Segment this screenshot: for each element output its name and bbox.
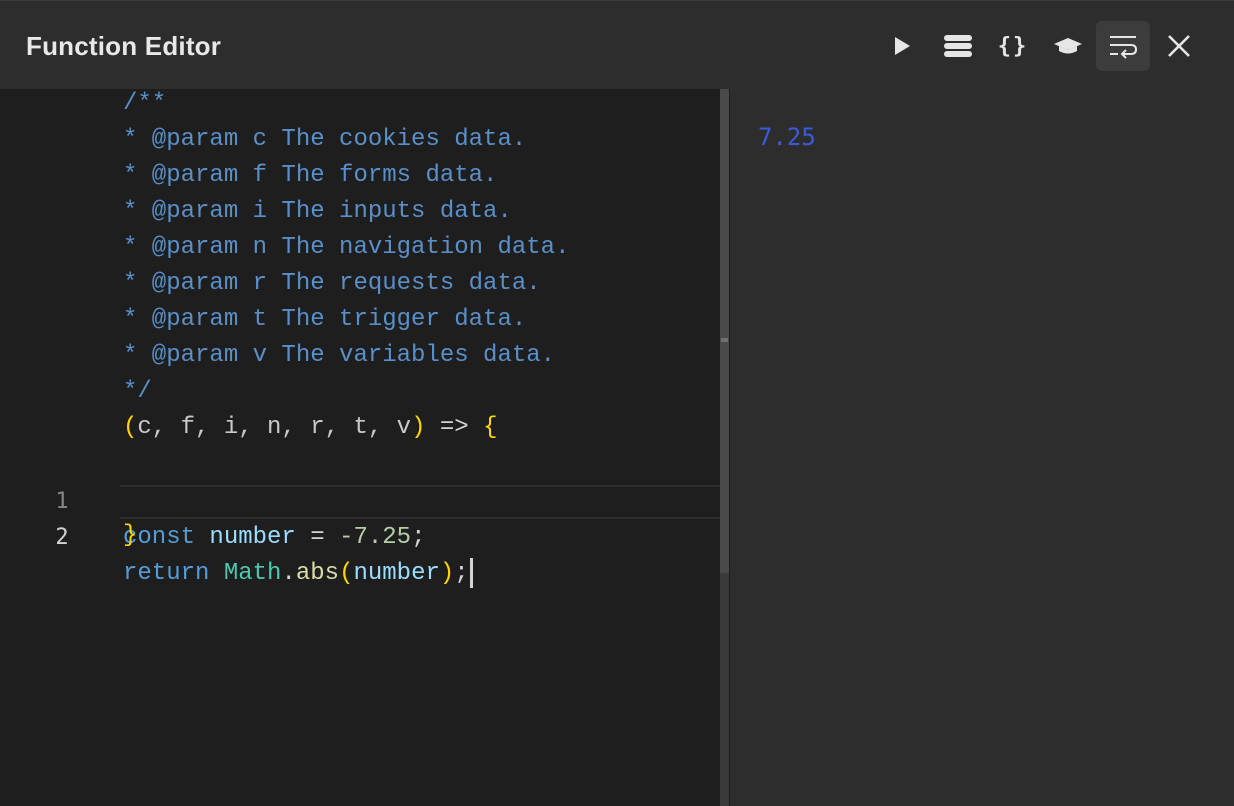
- play-icon: [893, 36, 911, 56]
- open-brace: {: [483, 414, 498, 441]
- word-wrap-icon: [1108, 33, 1138, 59]
- output-value: 7.25: [758, 123, 816, 151]
- scrollbar-thumb[interactable]: [720, 89, 729, 573]
- function-editor-window: Function Editor {} /** * @param c The co…: [0, 0, 1234, 806]
- close-paren: ): [411, 414, 426, 441]
- text-cursor: [469, 557, 473, 588]
- close-button[interactable]: [1154, 21, 1204, 71]
- window-title: Function Editor: [26, 31, 222, 61]
- database-icon: [943, 34, 973, 58]
- code-comment-line: */: [123, 378, 152, 405]
- code-line-2[interactable]: 2 return Math.abs(number);: [0, 484, 720, 588]
- code-comment-line: * @param r The requests data.: [123, 270, 541, 297]
- code-comment-line: * @param n The navigation data.: [123, 234, 570, 261]
- function-signature-line: (c, f, i, n, r, t, v) => {: [0, 410, 720, 446]
- close-icon: [1166, 33, 1192, 59]
- braces-icon: {}: [997, 33, 1029, 59]
- code-comment-line: * @param f The forms data.: [123, 162, 498, 189]
- code-comment-line: /**: [123, 90, 167, 117]
- format-button[interactable]: {}: [988, 21, 1038, 71]
- wrap-button[interactable]: [1096, 21, 1150, 71]
- scrollbar-marker: [721, 338, 728, 342]
- code-comment-line: * @param i The inputs data.: [123, 198, 512, 225]
- closing-brace-line: }: [123, 522, 138, 549]
- code-line-1[interactable]: 1 const number = -7.25;: [0, 448, 720, 551]
- arrow-operator: =>: [425, 414, 484, 441]
- code-comment-line: * @param t The trigger data.: [123, 306, 527, 333]
- header-bar: Function Editor {}: [0, 0, 1234, 89]
- param-list: c, f, i, n, r, t, v: [137, 414, 412, 441]
- learn-button[interactable]: [1043, 21, 1093, 71]
- code-editor[interactable]: /** * @param c The cookies data. * @para…: [0, 89, 720, 806]
- run-button[interactable]: [877, 21, 927, 71]
- output-panel: 7.25: [730, 89, 1234, 806]
- graduation-cap-icon: [1053, 36, 1083, 56]
- data-button[interactable]: [933, 21, 983, 71]
- code-comment-line: * @param c The cookies data.: [123, 126, 527, 153]
- open-paren: (: [123, 414, 138, 441]
- code-comment-line: * @param v The variables data.: [123, 342, 556, 369]
